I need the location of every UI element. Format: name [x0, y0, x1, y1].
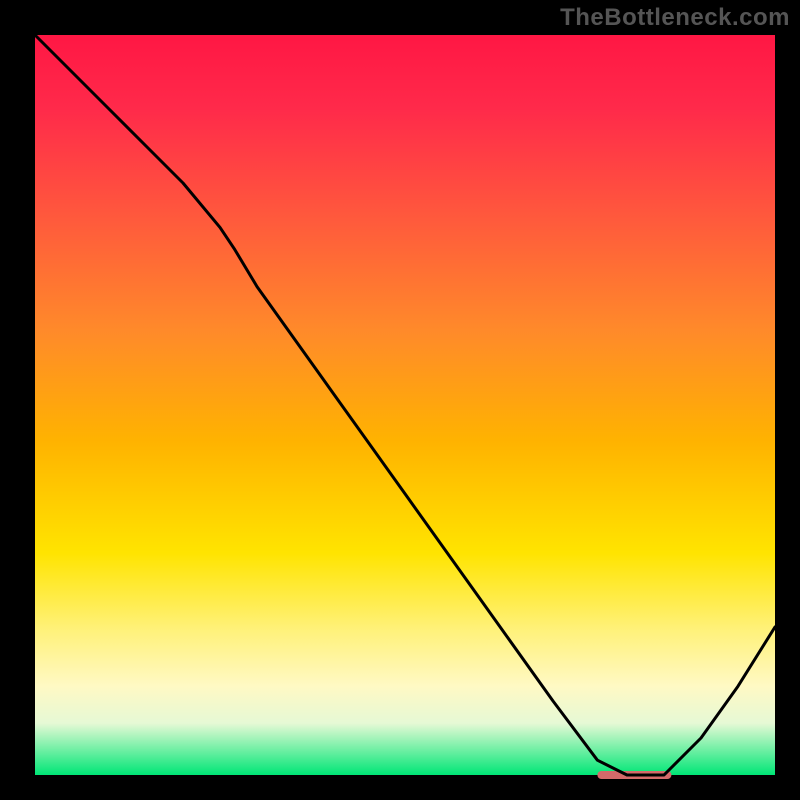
chart-frame: TheBottleneck.com — [0, 0, 800, 800]
bottleneck-chart — [0, 0, 800, 800]
watermark-text: TheBottleneck.com — [560, 4, 790, 32]
